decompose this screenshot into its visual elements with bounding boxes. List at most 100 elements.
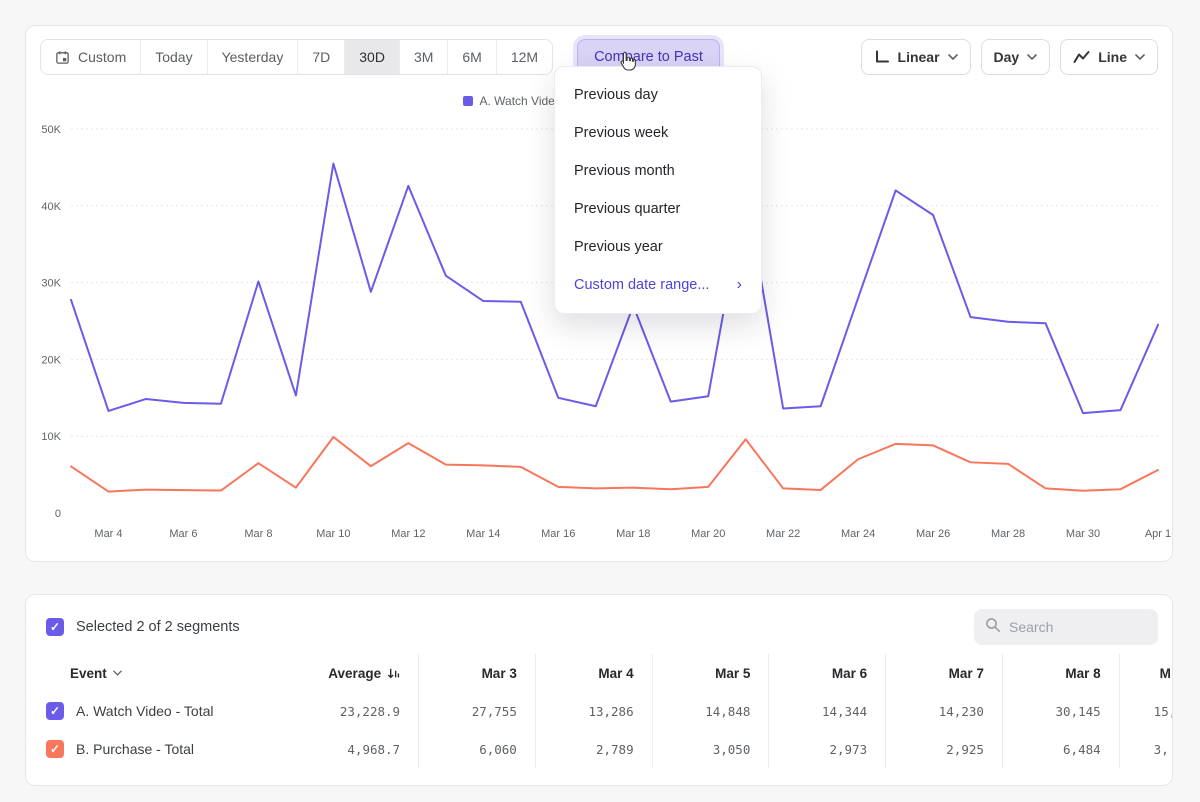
- chevron-down-icon: [113, 670, 122, 676]
- x-axis-tick: Mar 28: [991, 528, 1025, 540]
- y-axis-tick: 20K: [41, 354, 61, 366]
- axis-linear-icon: [874, 50, 890, 64]
- cell-value-truncated: 15,: [1119, 692, 1173, 730]
- cell-value: 6,484: [1002, 730, 1119, 768]
- cell-value: 14,230: [886, 692, 1003, 730]
- calendar-icon: [55, 50, 70, 65]
- series-a-label: A. Watch Video - Total: [76, 703, 213, 719]
- y-scale-label: Linear: [898, 49, 940, 65]
- segments-table-card: ✓ Selected 2 of 2 segments Event: [25, 594, 1173, 786]
- x-axis-tick: Mar 24: [841, 528, 875, 540]
- table-row[interactable]: ✓ B. Purchase - Total 4,968.7 6,060 2,78…: [26, 730, 1173, 768]
- y-scale-select[interactable]: Linear: [861, 39, 971, 75]
- average-value: 4,968.7: [278, 730, 419, 768]
- cell-value: 2,973: [769, 730, 886, 768]
- menu-item-previous-year[interactable]: Previous year: [555, 228, 761, 266]
- x-axis-tick: Mar 30: [1066, 528, 1100, 540]
- x-axis-tick: Mar 8: [244, 528, 272, 540]
- average-header-label: Average: [328, 666, 381, 681]
- chart-series-line: [71, 437, 1158, 492]
- menu-item-previous-quarter[interactable]: Previous quarter: [555, 190, 761, 228]
- chevron-down-icon: [1027, 54, 1037, 60]
- menu-item-previous-week[interactable]: Previous week: [555, 114, 761, 152]
- series-a-checkbox[interactable]: ✓: [46, 702, 64, 720]
- x-axis-tick: Mar 22: [766, 528, 800, 540]
- event-column-header[interactable]: Event: [26, 654, 278, 692]
- y-axis-tick: 50K: [41, 124, 61, 136]
- chart-type-label: Line: [1098, 49, 1127, 65]
- search-input[interactable]: [1009, 619, 1147, 635]
- menu-item-previous-day[interactable]: Previous day: [555, 76, 761, 114]
- cell-value: 2,789: [535, 730, 652, 768]
- cell-value: 13,286: [535, 692, 652, 730]
- cell-value: 14,344: [769, 692, 886, 730]
- x-axis-tick: Mar 14: [466, 528, 500, 540]
- custom-date-range-label: Custom date range...: [574, 277, 709, 293]
- check-icon: ✓: [50, 742, 60, 756]
- x-axis-tick: Mar 26: [916, 528, 950, 540]
- custom-range-label: Custom: [78, 49, 126, 65]
- average-value: 23,228.9: [278, 692, 419, 730]
- x-axis-tick: Mar 12: [391, 528, 425, 540]
- series-b-label: B. Purchase - Total: [76, 741, 194, 757]
- chart-type-select[interactable]: Line: [1060, 39, 1158, 75]
- y-axis-tick: 30K: [41, 278, 61, 290]
- table-row[interactable]: ✓ A. Watch Video - Total 23,228.9 27,755…: [26, 692, 1173, 730]
- date-range-group: Custom Today Yesterday 7D 30D 3M 6M 12M: [40, 39, 553, 75]
- cell-value: 14,848: [652, 692, 769, 730]
- date-column-header[interactable]: Mar 7: [886, 654, 1003, 692]
- search-box[interactable]: [974, 609, 1158, 645]
- x-axis-tick: Mar 20: [691, 528, 725, 540]
- range-3m[interactable]: 3M: [400, 40, 448, 74]
- x-axis-tick: Mar 4: [94, 528, 122, 540]
- range-6m[interactable]: 6M: [448, 40, 496, 74]
- range-yesterday[interactable]: Yesterday: [208, 40, 299, 74]
- cell-value: 3,050: [652, 730, 769, 768]
- range-today[interactable]: Today: [141, 40, 207, 74]
- menu-item-custom-date-range[interactable]: Custom date range... ›: [555, 266, 761, 304]
- menu-item-previous-month[interactable]: Previous month: [555, 152, 761, 190]
- chart-card: Custom Today Yesterday 7D 30D 3M 6M 12M …: [25, 25, 1173, 562]
- average-column-header[interactable]: Average: [278, 654, 419, 692]
- series-b-checkbox[interactable]: ✓: [46, 740, 64, 758]
- x-axis-tick: Mar 10: [316, 528, 350, 540]
- cell-value: 6,060: [419, 730, 536, 768]
- x-axis-tick: Mar 18: [616, 528, 650, 540]
- x-axis-tick: Apr 1: [1145, 528, 1171, 540]
- chart-options-group: Linear Day Line: [861, 39, 1158, 75]
- y-axis-tick: 40K: [41, 201, 61, 213]
- interval-select[interactable]: Day: [981, 39, 1051, 75]
- date-column-header[interactable]: Mar 4: [535, 654, 652, 692]
- date-column-header-truncated[interactable]: M: [1119, 654, 1173, 692]
- segments-table: Event Average Mar 3 Mar 4 Mar 5 Mar 6 Ma…: [26, 654, 1173, 768]
- cell-value-truncated: 3,: [1119, 730, 1173, 768]
- chevron-right-icon: ›: [737, 277, 742, 293]
- cell-value: 2,925: [886, 730, 1003, 768]
- event-header-label: Event: [70, 666, 107, 681]
- table-header-row: Event Average Mar 3 Mar 4 Mar 5 Mar 6 Ma…: [26, 654, 1173, 692]
- legend-swatch-icon: [463, 96, 473, 106]
- chevron-down-icon: [1135, 54, 1145, 60]
- y-axis-tick: 0: [55, 508, 61, 520]
- segments-header-row: ✓ Selected 2 of 2 segments: [26, 595, 1172, 654]
- custom-range-button[interactable]: Custom: [41, 40, 141, 74]
- line-chart-icon: [1073, 50, 1090, 64]
- range-7d[interactable]: 7D: [298, 40, 345, 74]
- cell-value: 30,145: [1002, 692, 1119, 730]
- range-30d[interactable]: 30D: [345, 40, 400, 74]
- check-icon: ✓: [50, 704, 60, 718]
- selected-segments-label: Selected 2 of 2 segments: [76, 619, 240, 635]
- range-12m[interactable]: 12M: [497, 40, 552, 74]
- date-column-header[interactable]: Mar 5: [652, 654, 769, 692]
- select-all-checkbox[interactable]: ✓: [46, 618, 64, 636]
- y-axis-tick: 10K: [41, 431, 61, 443]
- date-column-header[interactable]: Mar 3: [419, 654, 536, 692]
- sort-descending-icon: [387, 667, 400, 680]
- search-icon: [985, 617, 1001, 638]
- date-column-header[interactable]: Mar 6: [769, 654, 886, 692]
- check-icon: ✓: [50, 620, 60, 634]
- cell-value: 27,755: [419, 692, 536, 730]
- x-axis-tick: Mar 16: [541, 528, 575, 540]
- x-axis-tick: Mar 6: [169, 528, 197, 540]
- date-column-header[interactable]: Mar 8: [1002, 654, 1119, 692]
